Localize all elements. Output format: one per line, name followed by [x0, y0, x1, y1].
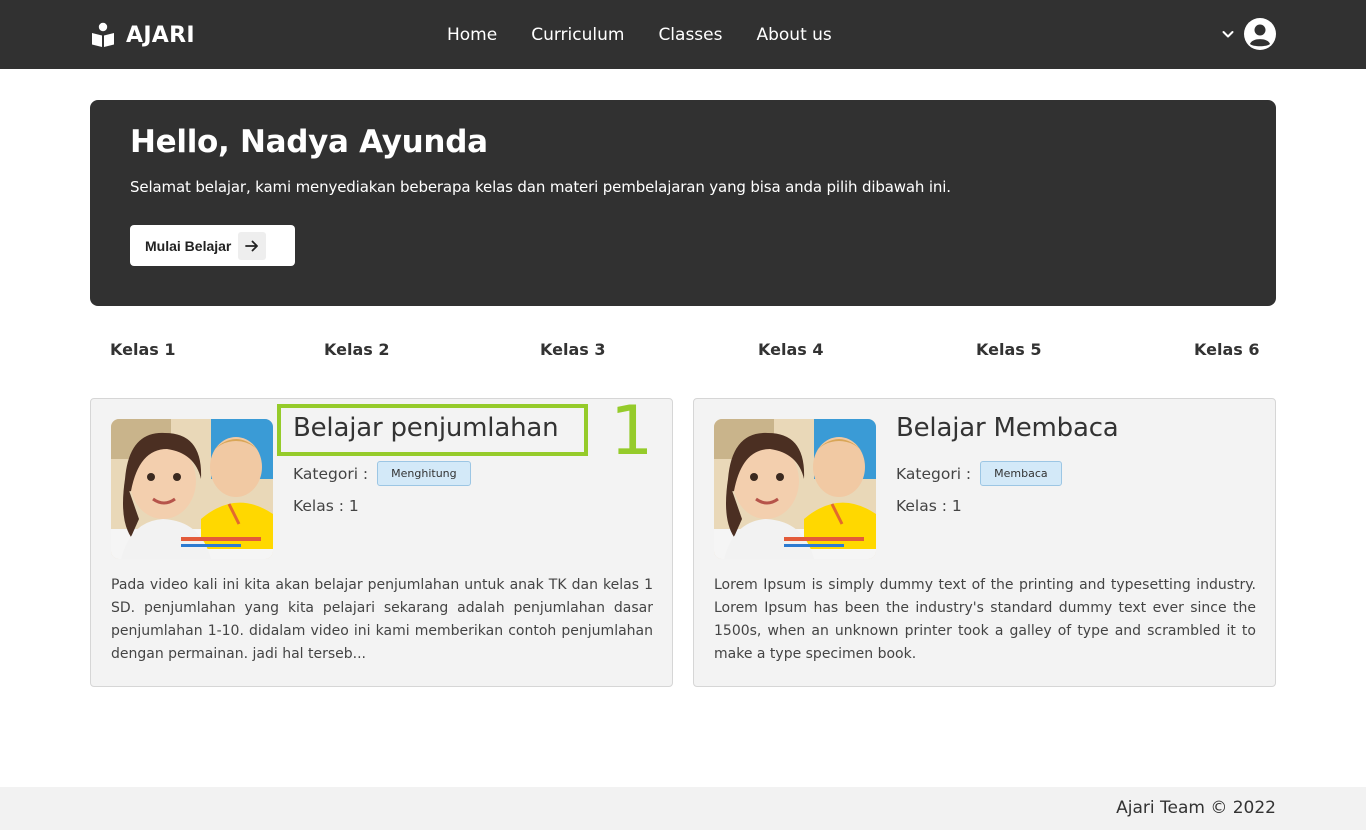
tab-kelas-5[interactable]: Kelas 5 — [976, 340, 1041, 359]
nav-link-curriculum[interactable]: Curriculum — [531, 22, 624, 48]
category-label: Kategori : — [896, 464, 972, 483]
chevron-down-icon[interactable] — [1220, 26, 1236, 42]
course-category: Kategori : Membaca — [896, 461, 1062, 486]
tab-kelas-4[interactable]: Kelas 4 — [758, 340, 823, 359]
course-category: Kategori : Menghitung — [293, 461, 471, 486]
category-badge: Membaca — [980, 461, 1062, 486]
footer-copyright: Ajari Team © 2022 — [1116, 798, 1276, 818]
tab-kelas-6[interactable]: Kelas 6 — [1194, 340, 1259, 359]
course-description: Pada video kali ini kita akan belajar pe… — [111, 577, 653, 662]
course-description: Lorem Ipsum is simply dummy text of the … — [714, 577, 1256, 662]
category-label: Kategori : — [293, 464, 369, 483]
course-grade: Kelas : 1 — [896, 497, 962, 515]
nav-link-classes[interactable]: Classes — [658, 22, 722, 48]
greeting-title: Hello, Nadya Ayunda — [130, 124, 488, 160]
brand-logo[interactable]: AJARI — [90, 18, 195, 52]
brand-name: AJARI — [126, 22, 195, 48]
course-thumbnail[interactable] — [111, 419, 273, 559]
book-reader-icon — [92, 22, 114, 47]
tab-kelas-3[interactable]: Kelas 3 — [540, 340, 605, 359]
course-title[interactable]: Belajar Membaca — [896, 413, 1119, 443]
annotation-highlight-box — [277, 404, 588, 456]
user-menu[interactable] — [1220, 18, 1276, 50]
course-grade: Kelas : 1 — [293, 497, 359, 515]
course-card[interactable]: Belajar Membaca Kategori : Membaca Kelas… — [693, 398, 1276, 687]
class-tabs: Kelas 1 Kelas 2 Kelas 3 Kelas 4 Kelas 5 … — [90, 340, 1276, 366]
arrow-right-icon — [238, 231, 267, 260]
navbar: AJARI Home Curriculum Classes About us — [0, 0, 1366, 69]
nav-link-home[interactable]: Home — [447, 22, 497, 48]
tab-kelas-2[interactable]: Kelas 2 — [324, 340, 389, 359]
category-badge: Menghitung — [377, 461, 471, 486]
start-learning-button[interactable]: Mulai Belajar — [130, 225, 295, 266]
main-nav: Home Curriculum Classes About us — [447, 22, 866, 48]
tab-kelas-1[interactable]: Kelas 1 — [110, 340, 175, 359]
footer: Ajari Team © 2022 — [0, 787, 1366, 830]
welcome-banner: Hello, Nadya Ayunda Selamat belajar, kam… — [90, 100, 1276, 306]
user-circle-icon[interactable] — [1244, 18, 1276, 50]
greeting-subtitle: Selamat belajar, kami menyediakan bebera… — [130, 178, 951, 196]
course-thumbnail[interactable] — [714, 419, 876, 559]
annotation-number: 1 — [610, 392, 654, 471]
start-learning-label: Mulai Belajar — [145, 237, 232, 254]
nav-link-about-us[interactable]: About us — [756, 22, 831, 48]
